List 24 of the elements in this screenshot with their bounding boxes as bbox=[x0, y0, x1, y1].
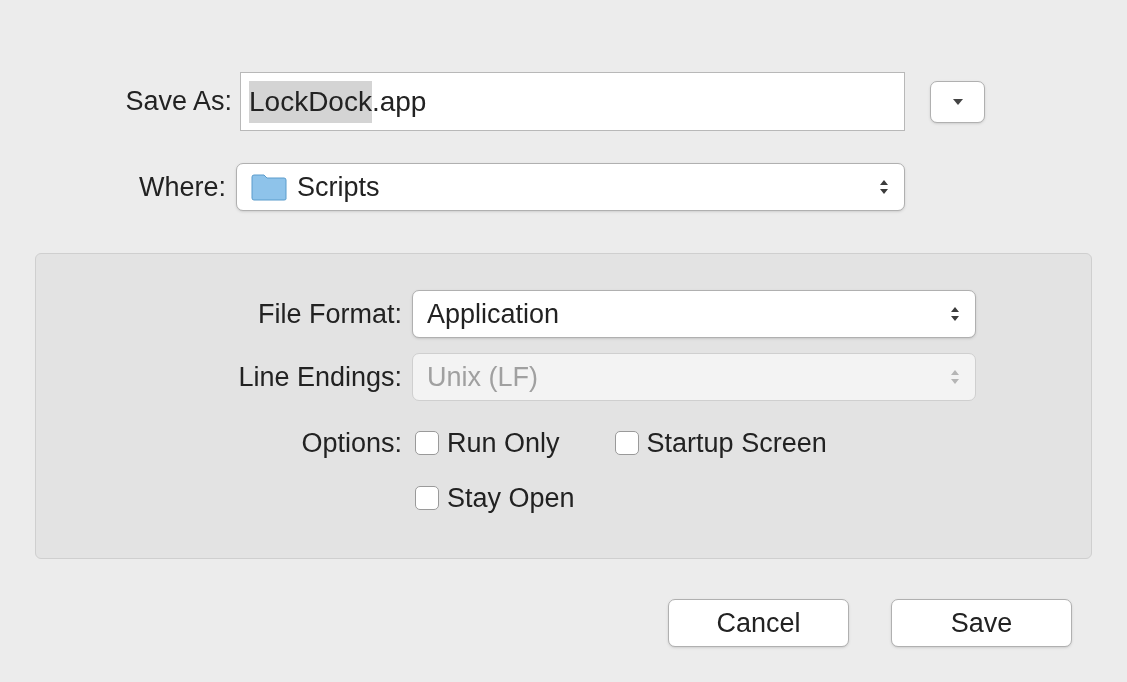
folder-icon bbox=[251, 173, 287, 201]
dialog-button[interactable]: Save bbox=[891, 599, 1072, 647]
popup-value: Application bbox=[427, 297, 561, 331]
location-popup[interactable]: Scripts bbox=[236, 163, 905, 211]
checkbox-label: Run Only bbox=[447, 427, 560, 460]
field-label: Save As: bbox=[124, 85, 232, 119]
dialog-button[interactable]: Cancel bbox=[668, 599, 849, 647]
popup-value: Unix (LF) bbox=[427, 360, 539, 394]
field-label: Line Endings: bbox=[237, 360, 402, 394]
format-popup[interactable]: Application bbox=[412, 290, 976, 338]
checkbox-label: Stay Open bbox=[447, 481, 575, 515]
filename-text: .app bbox=[371, 84, 427, 119]
filename-field[interactable]: LockDock.app bbox=[240, 72, 905, 131]
expand-button[interactable] bbox=[930, 80, 985, 123]
field-label: File Format: bbox=[256, 297, 402, 331]
checkbox-label: Startup Screen bbox=[646, 427, 827, 460]
field-label: Options: bbox=[300, 427, 402, 460]
checkbox[interactable] bbox=[415, 431, 439, 456]
checkbox[interactable] bbox=[614, 431, 639, 456]
popup-value: Scripts bbox=[297, 170, 381, 204]
caret-icon bbox=[951, 97, 964, 106]
checkbox[interactable] bbox=[415, 485, 439, 510]
field-label: Where: bbox=[137, 170, 226, 204]
filename-text: LockDock bbox=[249, 80, 372, 123]
